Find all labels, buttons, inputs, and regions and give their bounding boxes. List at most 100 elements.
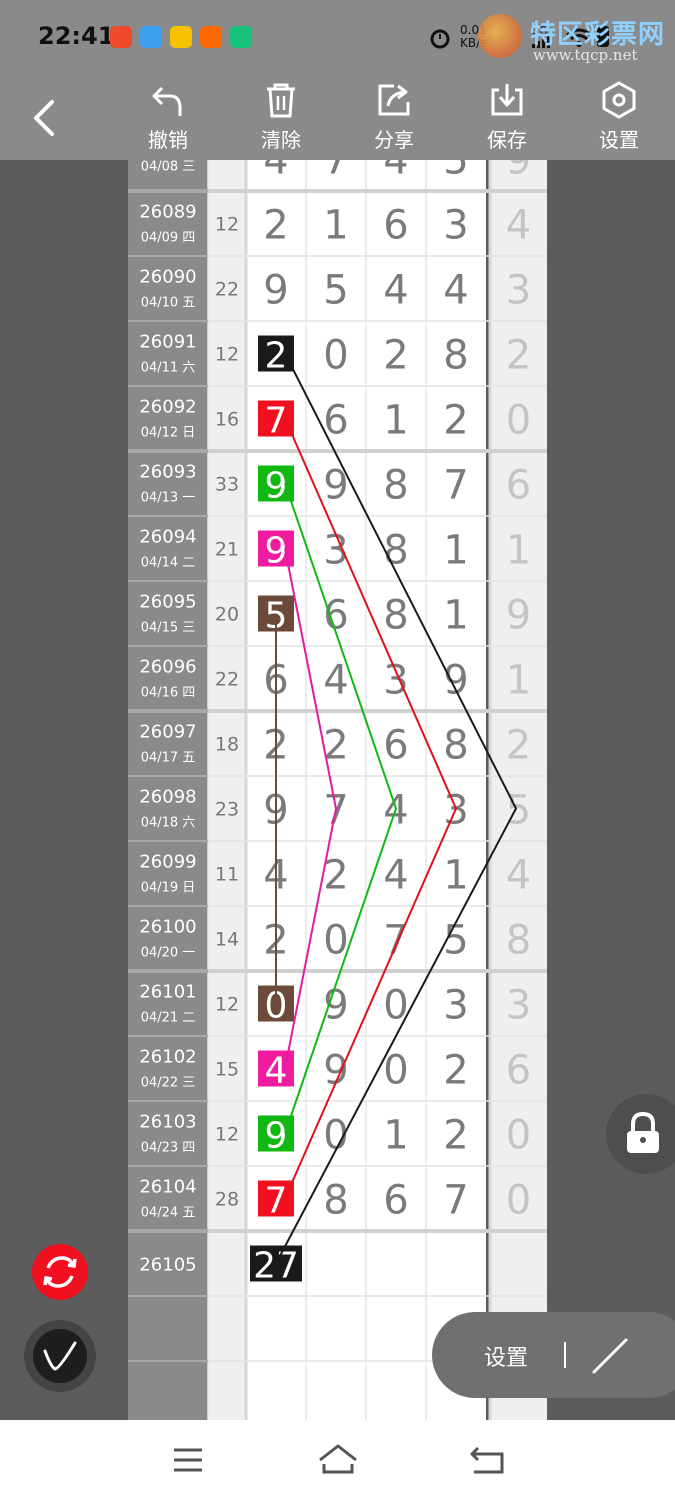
sum-value: 12: [215, 1124, 239, 1146]
line-tool-icon[interactable]: [586, 1332, 634, 1380]
issue-date: 04/09 四: [141, 231, 196, 246]
digit-cell: 4: [383, 268, 408, 314]
sum-value: 15: [215, 1059, 239, 1081]
sum-value: 12: [215, 344, 239, 366]
issue-number: 26103: [139, 1112, 196, 1133]
sum-value: 16: [215, 409, 239, 431]
save-button[interactable]: 保存: [467, 80, 547, 154]
lock-button[interactable]: [606, 1094, 675, 1174]
highlighted-digit: 4: [265, 1051, 288, 1092]
chevron-left-icon: [34, 100, 54, 136]
digit-cell: 8: [323, 1178, 348, 1224]
extra-digit: 3: [506, 983, 531, 1029]
home-icon[interactable]: [314, 1440, 362, 1480]
undo-icon: [152, 86, 182, 116]
digit-cell: 1: [443, 528, 468, 574]
digit-cell: 9: [263, 268, 288, 314]
issue-date: 04/13 一: [141, 491, 196, 506]
digit-cell: 3: [443, 983, 468, 1029]
digit-cell: 9: [323, 1048, 348, 1094]
digit-cell: 6: [383, 1178, 408, 1224]
sum-value: 23: [215, 799, 239, 821]
extra-digit: 2: [506, 333, 531, 379]
menu-icon[interactable]: [164, 1440, 212, 1480]
clear-button[interactable]: 清除: [241, 80, 321, 154]
trash-icon: [267, 83, 295, 118]
right-gutter: [547, 160, 675, 1420]
sum-value: 22: [215, 279, 239, 301]
back-button[interactable]: [22, 90, 68, 146]
left-gutter: [0, 160, 128, 1420]
digit-cell: 2: [443, 1048, 468, 1094]
issue-date: 04/23 四: [141, 1141, 196, 1156]
digit-cell: 0: [383, 983, 408, 1029]
issue-date: 04/20 一: [141, 946, 196, 961]
issue-number: 26104: [139, 1177, 196, 1198]
issue-number: 26097: [139, 722, 196, 743]
issue-number: 26100: [139, 917, 196, 938]
digit-cell: 1: [443, 593, 468, 639]
issue-date: 04/14 二: [141, 556, 196, 571]
undo-button[interactable]: 撤销: [128, 80, 208, 154]
highlighted-digit: 9: [265, 1116, 288, 1157]
extra-digit: 9: [506, 593, 531, 639]
issue-date: 04/21 二: [141, 1011, 196, 1026]
extra-digit: 0: [506, 1178, 531, 1224]
highlighted-digit: 7: [265, 1181, 288, 1222]
sum-value: 22: [215, 669, 239, 691]
issue-number: 26099: [139, 852, 196, 873]
digit-cell: 8: [383, 593, 408, 639]
issue-number: 26094: [139, 527, 196, 548]
digit-cell: 3: [443, 203, 468, 249]
top-toolbar: 22:41 0.01 KB/s 5G 特区彩票网 www.tqcp.net 撤销…: [0, 0, 675, 160]
lock-icon: [627, 1111, 659, 1153]
issue-number: 26091: [139, 332, 196, 353]
issue-date: 04/15 三: [141, 621, 196, 636]
digit-cell: 5: [323, 268, 348, 314]
alarm-icon: [430, 29, 450, 49]
issue-number: 26102: [139, 1047, 196, 1068]
sum-value: 28: [215, 1189, 239, 1211]
weather-icon: [140, 26, 162, 48]
sum-value: 12: [215, 994, 239, 1016]
issue-number: 26095: [139, 592, 196, 613]
sum-value: 14: [215, 929, 239, 951]
back-icon[interactable]: [464, 1440, 512, 1480]
extra-digit: 4: [506, 203, 531, 249]
highlighted-digit: 27: [253, 1246, 299, 1287]
issue-number: 26105: [139, 1255, 196, 1276]
trend-chart-table[interactable]: 04/08 三 4 7 4 5 92608904/09 四12 2 1 6 3 42609004/1…: [0, 0, 675, 1420]
draw-settings-panel: [432, 1312, 675, 1398]
extra-digit: 6: [506, 1048, 531, 1094]
highlighted-digit: 2: [265, 336, 288, 377]
digit-cell: 2: [323, 853, 348, 899]
settings-button[interactable]: 设置: [579, 80, 659, 154]
highlighted-digit: 9: [265, 466, 288, 507]
issue-number: 26093: [139, 462, 196, 483]
pen-button[interactable]: [24, 1320, 96, 1392]
digit-cell: 2: [263, 203, 288, 249]
sum-value: 12: [215, 214, 239, 236]
refresh-icon: [43, 1256, 77, 1288]
share-icon: [378, 84, 410, 116]
sum-value: 33: [215, 474, 239, 496]
sum-value: 11: [215, 864, 239, 886]
download-icon: [491, 84, 523, 116]
sum-value: 21: [215, 539, 239, 561]
issue-date: 04/17 五: [141, 751, 196, 766]
share-button[interactable]: 分享: [354, 80, 434, 154]
digit-cell: 8: [443, 333, 468, 379]
status-time: 22:41: [38, 22, 115, 50]
issue-date: 04/19 日: [141, 881, 196, 896]
extra-digit: 0: [506, 1113, 531, 1159]
sum-value: 20: [215, 604, 239, 626]
issue-date: 04/08 三: [141, 160, 196, 175]
digit-cell: 9: [443, 658, 468, 704]
digit-cell: 4: [443, 268, 468, 314]
issue-date: 04/18 六: [141, 816, 196, 831]
refresh-button[interactable]: [32, 1244, 88, 1300]
digit-cell: 8: [383, 528, 408, 574]
draw-settings-button[interactable]: 设置: [484, 1340, 528, 1372]
issue-number: 26096: [139, 657, 196, 678]
digit-cell: 0: [323, 333, 348, 379]
